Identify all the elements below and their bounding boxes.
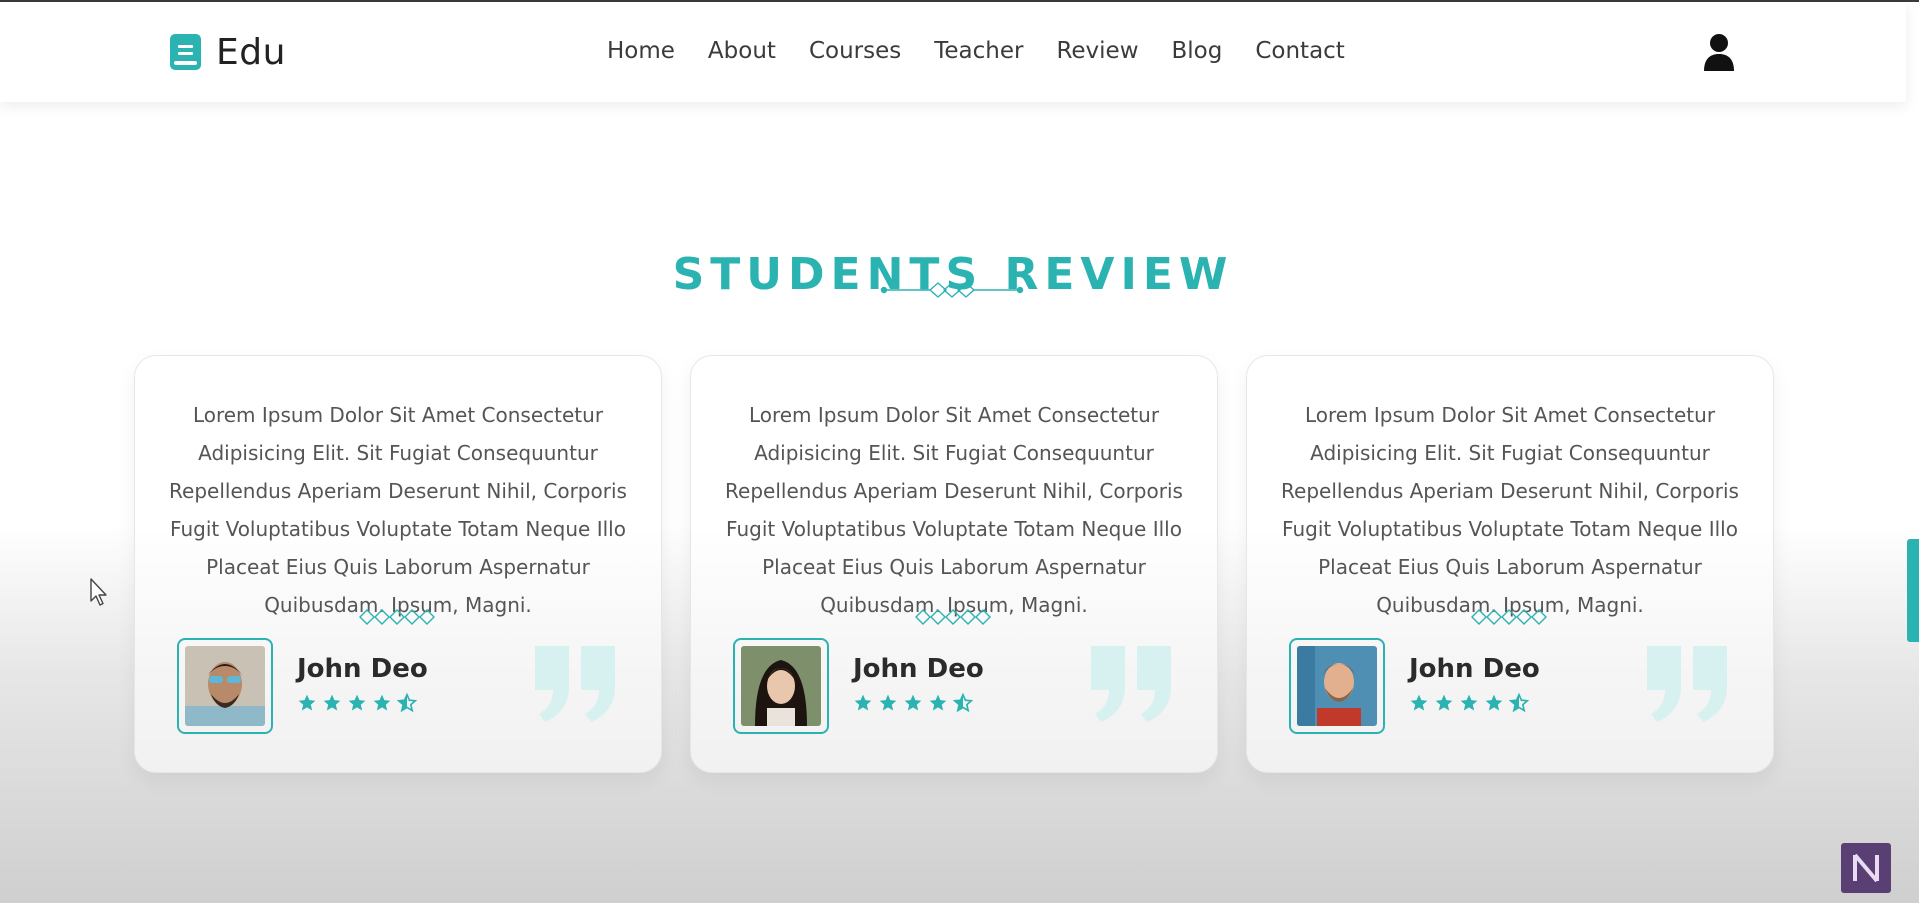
review-text: Lorem Ipsum Dolor Sit Amet Consectetur A…	[725, 403, 1183, 617]
star-icon	[1485, 694, 1503, 711]
site-header: Edu Home About Courses Teacher Review Bl…	[0, 2, 1906, 102]
nav-contact[interactable]: Contact	[1255, 38, 1344, 64]
diamond-divider-icon	[1471, 609, 1547, 625]
side-tab[interactable]	[1907, 539, 1919, 642]
reviewer-name: John Deo	[297, 654, 428, 684]
diamond-divider-icon	[359, 609, 435, 625]
rating-stars	[297, 693, 422, 713]
avatar-photo	[1297, 646, 1377, 726]
reviewer-name: John Deo	[853, 654, 984, 684]
nav-review[interactable]: Review	[1056, 38, 1138, 64]
nav-home[interactable]: Home	[607, 38, 675, 64]
logo[interactable]: Edu	[170, 30, 286, 74]
user-icon[interactable]	[1703, 33, 1735, 73]
review-text: Lorem Ipsum Dolor Sit Amet Consectetur A…	[169, 403, 627, 617]
star-icon	[373, 694, 391, 711]
star-icon	[929, 694, 947, 711]
review-card: Lorem Ipsum Dolor Sit Amet Consectetur A…	[690, 355, 1218, 773]
half-star-icon	[953, 693, 973, 713]
rating-stars	[1409, 693, 1534, 713]
rating-stars	[853, 693, 978, 713]
book-icon	[170, 34, 201, 70]
diamond-divider-icon	[880, 282, 1024, 298]
star-icon	[348, 694, 366, 711]
nav-about[interactable]: About	[708, 38, 776, 64]
star-icon	[1435, 694, 1453, 711]
quote-icon	[1647, 646, 1727, 722]
avatar	[177, 638, 273, 734]
main-nav: Home About Courses Teacher Review Blog C…	[607, 38, 1378, 64]
star-icon	[1460, 694, 1478, 711]
quote-icon	[535, 646, 615, 722]
avatar	[1289, 638, 1385, 734]
nav-teacher[interactable]: Teacher	[934, 38, 1023, 64]
star-icon	[854, 694, 872, 711]
half-star-icon	[1509, 693, 1529, 713]
reviewer-name: John Deo	[1409, 654, 1540, 684]
star-icon	[879, 694, 897, 711]
review-card: Lorem Ipsum Dolor Sit Amet Consectetur A…	[134, 355, 662, 773]
logo-text: Edu	[216, 31, 286, 73]
star-icon	[298, 694, 316, 711]
diamond-divider-icon	[915, 609, 991, 625]
star-icon	[904, 694, 922, 711]
mouse-cursor-icon	[90, 578, 107, 606]
avatar-photo	[741, 646, 821, 726]
nav-blog[interactable]: Blog	[1172, 38, 1223, 64]
channel-watermark-logo	[1841, 843, 1891, 893]
star-icon	[323, 694, 341, 711]
star-icon	[1410, 694, 1428, 711]
half-star-icon	[397, 693, 417, 713]
review-card: Lorem Ipsum Dolor Sit Amet Consectetur A…	[1246, 355, 1774, 773]
avatar-photo	[185, 646, 265, 726]
avatar	[733, 638, 829, 734]
review-text: Lorem Ipsum Dolor Sit Amet Consectetur A…	[1281, 403, 1739, 617]
nav-courses[interactable]: Courses	[809, 38, 901, 64]
quote-icon	[1091, 646, 1171, 722]
